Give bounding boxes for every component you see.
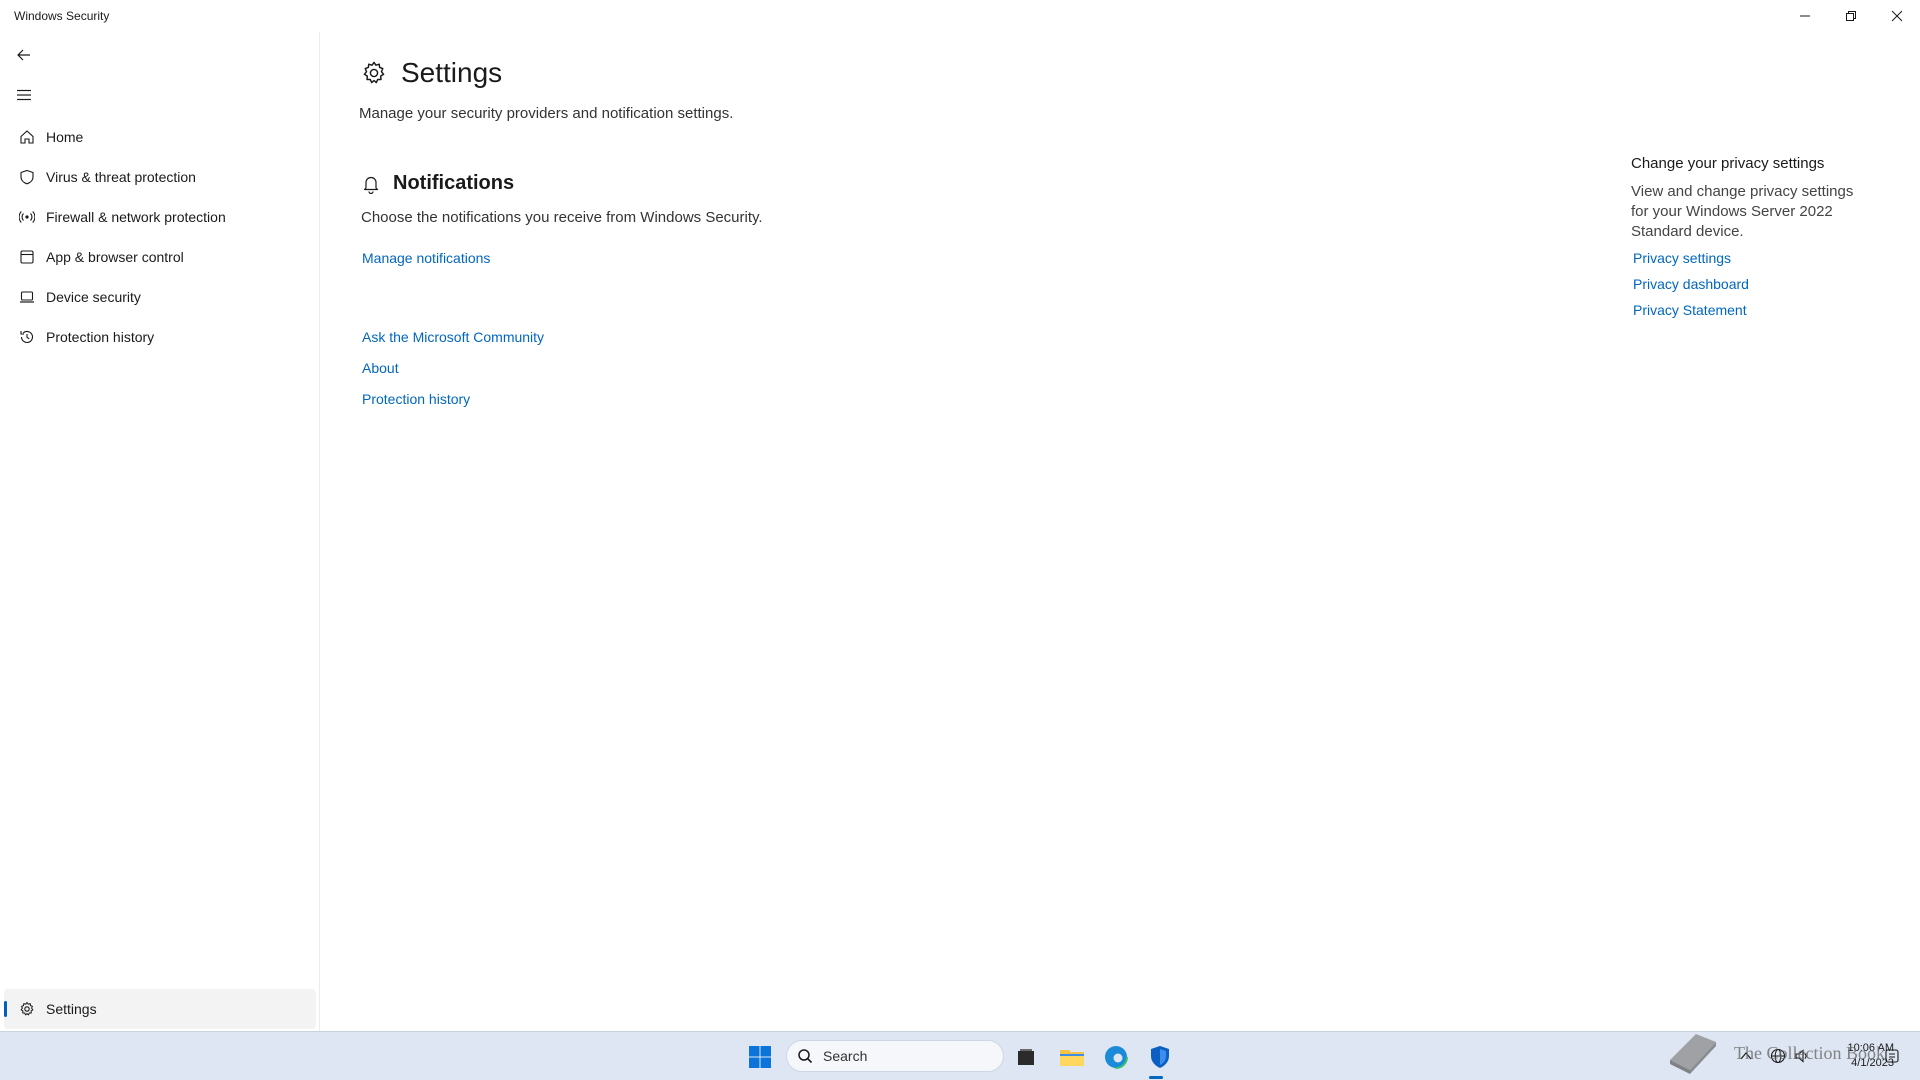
privacy-panel: Change your privacy settings View and ch… xyxy=(1631,155,1871,328)
microsoft-community-link[interactable]: Ask the Microsoft Community xyxy=(362,329,544,345)
menu-button[interactable] xyxy=(8,79,40,111)
privacy-dashboard-link[interactable]: Privacy dashboard xyxy=(1631,276,1871,292)
tray-overflow-button[interactable] xyxy=(1736,1046,1756,1066)
sidebar-item-label: App & browser control xyxy=(46,249,184,265)
sidebar-item-device-security[interactable]: Device security xyxy=(4,277,316,317)
back-button[interactable] xyxy=(8,39,40,71)
notifications-description: Choose the notifications you receive fro… xyxy=(361,209,763,226)
close-icon xyxy=(1891,10,1903,22)
chevron-up-icon xyxy=(1740,1052,1752,1060)
task-view-icon xyxy=(1018,1049,1034,1065)
globe-icon xyxy=(1770,1048,1786,1064)
restore-button[interactable] xyxy=(1828,0,1874,32)
taskbar: Search 10:06 AM 4/1/2023 xyxy=(0,1031,1920,1080)
minimize-icon xyxy=(1800,15,1810,17)
page-subtitle: Manage your security providers and notif… xyxy=(359,105,734,122)
notifications-title: Notifications xyxy=(393,172,515,194)
edge-icon xyxy=(1104,1045,1128,1069)
hamburger-icon xyxy=(17,89,31,101)
privacy-heading: Change your privacy settings xyxy=(1631,155,1825,172)
restore-icon xyxy=(1846,11,1856,21)
about-link[interactable]: About xyxy=(362,360,399,376)
taskbar-search[interactable]: Search xyxy=(786,1040,1004,1072)
notification-icon xyxy=(1885,1049,1899,1063)
notification-center-button[interactable] xyxy=(1882,1046,1902,1066)
sidebar-item-label: Settings xyxy=(46,1001,97,1017)
privacy-settings-link[interactable]: Privacy settings xyxy=(1631,250,1871,266)
folder-icon xyxy=(1060,1050,1084,1066)
page-header: Settings xyxy=(359,57,502,89)
sidebar-item-protection-history[interactable]: Protection history xyxy=(4,317,316,357)
sidebar-item-settings[interactable]: Settings xyxy=(4,989,316,1029)
protection-history-link[interactable]: Protection history xyxy=(362,391,470,407)
shield-icon xyxy=(4,157,44,197)
notifications-header: Notifications xyxy=(361,172,514,195)
title-bar: Windows Security xyxy=(0,0,1920,32)
laptop-icon xyxy=(4,277,44,317)
gear-icon xyxy=(359,58,389,88)
gear-icon xyxy=(4,989,44,1029)
task-view-button[interactable] xyxy=(1008,1039,1044,1075)
window-title: Windows Security xyxy=(14,9,110,23)
sidebar-item-firewall[interactable]: Firewall & network protection xyxy=(4,197,316,237)
sidebar-item-virus-threat[interactable]: Virus & threat protection xyxy=(4,157,316,197)
manage-notifications-link[interactable]: Manage notifications xyxy=(362,250,490,266)
minimize-button[interactable] xyxy=(1782,0,1828,32)
privacy-description: View and change privacy settings for you… xyxy=(1631,183,1854,240)
sidebar-item-label: Protection history xyxy=(46,329,155,345)
history-icon xyxy=(4,317,44,357)
sidebar-item-label: Home xyxy=(46,129,84,145)
sidebar-item-label: Device security xyxy=(46,289,141,305)
volume-button[interactable] xyxy=(1792,1046,1812,1066)
windows-security-taskbar-button[interactable] xyxy=(1142,1039,1178,1075)
bell-icon xyxy=(361,173,381,195)
close-button[interactable] xyxy=(1874,0,1920,32)
network-button[interactable] xyxy=(1768,1046,1788,1066)
search-icon xyxy=(798,1049,813,1064)
edge-browser-button[interactable] xyxy=(1098,1039,1134,1075)
sidebar-item-app-browser[interactable]: App & browser control xyxy=(4,237,316,277)
search-label: Search xyxy=(823,1048,868,1064)
main-content: Settings Manage your security providers … xyxy=(321,32,1920,1031)
browser-window-icon xyxy=(4,237,44,277)
start-button[interactable] xyxy=(742,1039,778,1075)
windows-logo-icon xyxy=(749,1046,771,1068)
antenna-icon xyxy=(4,197,44,237)
file-explorer-button[interactable] xyxy=(1054,1039,1090,1075)
sidebar-item-label: Virus & threat protection xyxy=(46,169,196,185)
speaker-icon xyxy=(1795,1049,1807,1063)
sidebar: Home Virus & threat protection Firewall … xyxy=(0,32,320,1031)
page-title: Settings xyxy=(401,57,503,88)
back-arrow-icon xyxy=(17,49,30,61)
home-icon xyxy=(4,117,44,157)
sidebar-item-label: Firewall & network protection xyxy=(46,209,226,225)
privacy-statement-link[interactable]: Privacy Statement xyxy=(1631,302,1871,318)
security-shield-icon xyxy=(1151,1046,1169,1068)
active-app-indicator xyxy=(1149,1076,1163,1079)
sidebar-item-home[interactable]: Home xyxy=(4,117,316,157)
